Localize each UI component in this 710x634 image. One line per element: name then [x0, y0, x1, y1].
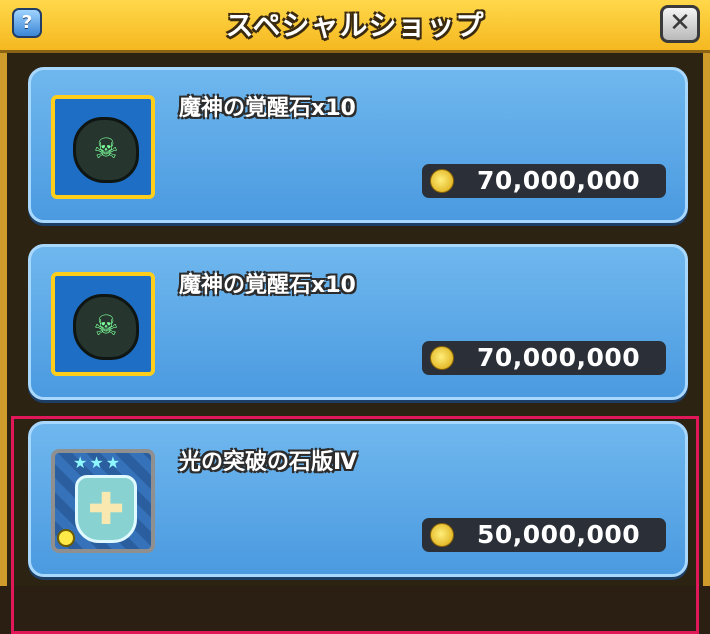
awakening-stone-icon: ☠ [51, 272, 155, 376]
price-value: 50,000,000 [477, 520, 641, 549]
close-button[interactable]: ✕ [660, 5, 700, 43]
coin-icon [430, 346, 454, 370]
page-title: スペシャルショップ [225, 9, 485, 42]
price-tag: 70,000,000 [422, 341, 666, 375]
price-tag: 70,000,000 [422, 164, 666, 198]
coin-icon [430, 523, 454, 547]
light-element-icon [57, 529, 75, 547]
shop-item[interactable]: ☠ 魔神の覚醒石x10 70,000,000 [28, 67, 688, 223]
shop-item[interactable]: ☠ 魔神の覚醒石x10 70,000,000 [28, 244, 688, 400]
price-tag: 50,000,000 [422, 518, 666, 552]
price-value: 70,000,000 [477, 343, 641, 372]
item-name: 魔神の覚醒石x10 [179, 273, 356, 298]
awakening-stone-icon: ☠ [51, 95, 155, 199]
breakthrough-tablet-icon: ★★★ ✚ [51, 449, 155, 553]
shop-list: ☠ 魔神の覚醒石x10 70,000,000 ☠ 魔神の覚醒石x10 70,00… [0, 53, 710, 634]
coin-icon [430, 169, 454, 193]
shop-item[interactable]: ★★★ ✚ 光の突破の石版Ⅳ 50,000,000 [28, 421, 688, 577]
price-value: 70,000,000 [477, 166, 641, 195]
header-bar: ? スペシャルショップ ✕ [0, 0, 710, 53]
item-name: 光の突破の石版Ⅳ [179, 450, 358, 475]
item-name: 魔神の覚醒石x10 [179, 96, 356, 121]
rarity-stars-icon: ★★★ [73, 453, 123, 472]
